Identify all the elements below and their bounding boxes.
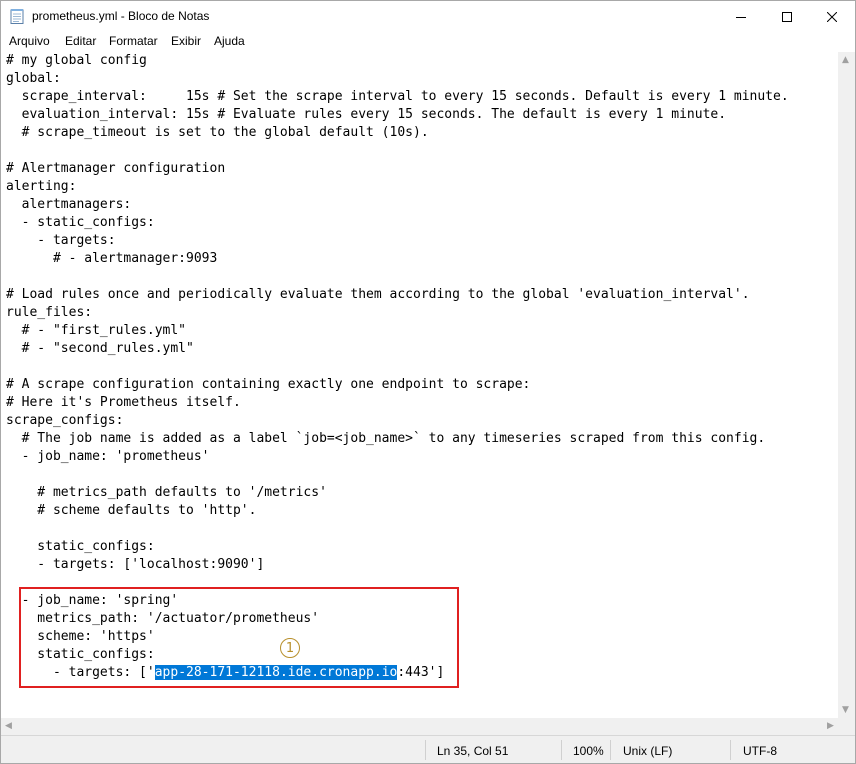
encoding: UTF-8 xyxy=(743,744,777,758)
editor-line-7: # Alertmanager configuration xyxy=(6,161,226,176)
annotation-callout: 1 xyxy=(280,638,300,658)
scroll-right-icon[interactable]: ▶ xyxy=(827,722,834,731)
editor-line-5: # scrape_timeout is set to the global de… xyxy=(6,125,429,140)
scroll-left-icon[interactable]: ◀ xyxy=(5,722,12,731)
scroll-up-icon[interactable]: ▲ xyxy=(842,56,849,65)
status-bar: Ln 35, Col 51 100% Unix (LF) UTF-8 xyxy=(1,735,855,763)
editor-line-2: global: xyxy=(6,71,61,86)
line-ending: Unix (LF) xyxy=(623,744,673,758)
zoom-level: 100% xyxy=(573,744,604,758)
editor-line-14: # Load rules once and periodically evalu… xyxy=(6,287,750,302)
editor-line-22: # The job name is added as a label `job=… xyxy=(6,431,766,446)
maximize-button[interactable] xyxy=(764,1,810,32)
editor-line-19: # A scrape configuration containing exac… xyxy=(6,377,531,392)
scroll-down-icon[interactable]: ▼ xyxy=(842,706,849,715)
editor-line-12: # - alertmanager:9093 xyxy=(6,251,218,266)
editor-line-11: - targets: xyxy=(6,233,116,248)
vertical-scrollbar[interactable]: ▲ ▼ xyxy=(838,52,855,718)
menu-exibir[interactable]: Exibir xyxy=(171,34,201,48)
minimize-icon xyxy=(736,16,746,18)
menu-bar: Arquivo Editar Formatar Exibir Ajuda xyxy=(1,32,855,52)
scrollbar-corner xyxy=(838,718,855,735)
annotation-highlight-box xyxy=(19,587,459,688)
menu-arquivo[interactable]: Arquivo xyxy=(9,34,50,48)
cursor-position: Ln 35, Col 51 xyxy=(437,744,509,758)
menu-editar[interactable]: Editar xyxy=(65,34,96,48)
status-divider xyxy=(425,740,426,760)
window-title: prometheus.yml - Bloco de Notas xyxy=(32,9,210,23)
editor-line-15: rule_files: xyxy=(6,305,93,320)
editor-line-8: alerting: xyxy=(6,179,77,194)
menu-formatar[interactable]: Formatar xyxy=(109,34,158,48)
editor-line-3: scrape_interval: 15s # Set the scrape in… xyxy=(6,89,789,104)
horizontal-scrollbar[interactable]: ◀ ▶ xyxy=(1,718,838,735)
editor-line-4: evaluation_interval: 15s # Evaluate rule… xyxy=(6,107,727,122)
status-divider xyxy=(610,740,611,760)
title-bar[interactable]: prometheus.yml - Bloco de Notas xyxy=(1,1,855,32)
menu-ajuda[interactable]: Ajuda xyxy=(214,34,245,48)
editor-line-21: scrape_configs: xyxy=(6,413,124,428)
close-icon xyxy=(827,11,837,22)
status-divider xyxy=(730,740,731,760)
editor-line-25: # metrics_path defaults to '/metrics' xyxy=(6,485,327,500)
close-button[interactable] xyxy=(809,1,855,32)
maximize-icon xyxy=(782,11,792,22)
editor-line-28: static_configs: xyxy=(6,539,155,554)
editor-line-9: alertmanagers: xyxy=(6,197,132,212)
notepad-icon xyxy=(10,8,24,24)
minimize-button[interactable] xyxy=(718,1,764,32)
editor-line-29: - targets: ['localhost:9090'] xyxy=(6,557,265,572)
editor-line-23: - job_name: 'prometheus' xyxy=(6,449,210,464)
notepad-window: prometheus.yml - Bloco de Notas Arquivo … xyxy=(0,0,856,764)
editor-line-1: # my global config xyxy=(6,53,147,68)
editor-line-10: - static_configs: xyxy=(6,215,155,230)
editor-line-17: # - "second_rules.yml" xyxy=(6,341,194,356)
editor-line-26: # scheme defaults to 'http'. xyxy=(6,503,257,518)
editor-line-16: # - "first_rules.yml" xyxy=(6,323,187,338)
editor-line-20: # Here it's Prometheus itself. xyxy=(6,395,241,410)
status-divider xyxy=(561,740,562,760)
